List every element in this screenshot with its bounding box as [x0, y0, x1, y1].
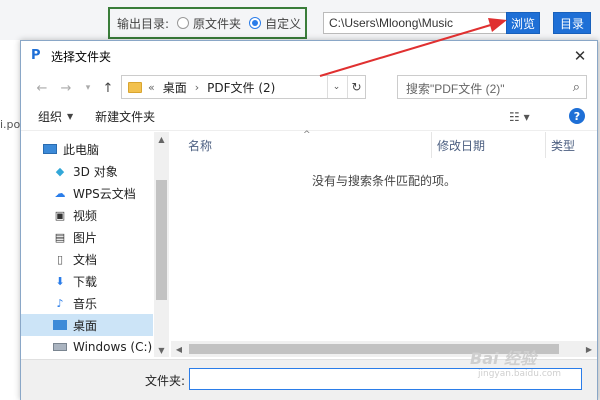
- drive-icon: [53, 340, 67, 354]
- nav-item-label: 文档: [73, 252, 98, 267]
- scroll-down-icon[interactable]: ▼: [154, 343, 169, 357]
- arrow-up-icon: ↑: [102, 80, 114, 96]
- scroll-left-icon[interactable]: ◀: [171, 341, 187, 357]
- chevron-down-icon: ▾: [85, 83, 91, 93]
- new-folder-button[interactable]: 新建文件夹: [95, 108, 155, 125]
- cloud-icon: ☁: [54, 186, 66, 200]
- arrow-left-icon: ←: [36, 80, 48, 96]
- radio-original-folder-label[interactable]: 原文件夹: [193, 15, 241, 32]
- close-icon: ✕: [573, 47, 587, 65]
- background-left-text: i.po: [0, 118, 21, 131]
- close-button[interactable]: ✕: [569, 45, 591, 67]
- watermark-logo: Bai 经验: [470, 349, 537, 368]
- document-icon: ▯: [56, 252, 64, 266]
- nav-item-videos[interactable]: ▣ 视频: [21, 204, 153, 226]
- help-icon[interactable]: ?: [569, 108, 585, 124]
- nav-item-label: 桌面: [73, 318, 98, 333]
- cube-icon: ◆: [55, 164, 65, 178]
- scroll-up-icon[interactable]: ▲: [154, 132, 169, 146]
- dialog-title: 选择文件夹: [51, 49, 112, 64]
- radio-original-folder[interactable]: [177, 17, 190, 29]
- forward-button[interactable]: →: [57, 79, 75, 97]
- nav-item-label: 视频: [73, 208, 98, 223]
- nav-item-this-pc[interactable]: 此电脑: [21, 138, 153, 160]
- sort-indicator-icon: ^: [303, 130, 311, 140]
- recent-locations-button[interactable]: ▾: [79, 79, 97, 97]
- computer-icon: [43, 142, 57, 156]
- radio-custom-label[interactable]: 自定义: [265, 15, 301, 32]
- arrow-right-icon: →: [60, 80, 72, 96]
- refresh-icon[interactable]: ↻: [347, 76, 365, 98]
- output-path-input[interactable]: C:\Users\Mloong\Music: [323, 12, 508, 34]
- nav-item-label: 下载: [73, 274, 98, 289]
- watermark-url: jingyan.baidu.com: [478, 369, 562, 379]
- address-dropdown-icon[interactable]: ⌄: [327, 76, 345, 98]
- directory-button[interactable]: 目录: [553, 12, 591, 34]
- download-icon: ⬇: [55, 274, 65, 288]
- breadcrumb-separator: ›: [194, 80, 200, 94]
- column-header-type[interactable]: 类型: [551, 132, 575, 158]
- scrollbar-thumb[interactable]: [156, 180, 167, 300]
- output-dir-label: 输出目录:: [117, 16, 170, 31]
- folder-icon: [128, 81, 142, 93]
- file-list: ^ 名称 修改日期 类型 没有与搜索条件匹配的项。: [171, 130, 597, 357]
- nav-item-label: WPS云文档: [73, 186, 136, 201]
- nav-item-documents[interactable]: ▯ 文档: [21, 248, 153, 270]
- column-header-name[interactable]: 名称: [188, 132, 212, 158]
- app-logo-icon: P: [31, 48, 41, 63]
- nav-item-windows-c[interactable]: Windows (C:): [21, 336, 153, 358]
- output-directory-group: 输出目录: 原文件夹 自定义: [108, 7, 307, 39]
- video-icon: ▣: [54, 208, 66, 222]
- dialog-titlebar: P 选择文件夹 ✕: [21, 41, 597, 71]
- folder-field-label: 文件夹:: [145, 374, 186, 388]
- up-button[interactable]: ↑: [99, 79, 117, 97]
- organize-dropdown-icon: ▼: [67, 112, 74, 121]
- nav-item-label: 音乐: [73, 296, 98, 311]
- nav-item-3d-objects[interactable]: ◆ 3D 对象: [21, 160, 153, 182]
- desktop-icon: [53, 318, 67, 332]
- search-icon[interactable]: ⌕: [573, 79, 580, 95]
- nav-item-label: Windows (C:): [73, 340, 153, 354]
- nav-item-desktop[interactable]: 桌面: [21, 314, 153, 336]
- breadcrumb-desktop[interactable]: 桌面: [163, 79, 187, 96]
- nav-item-music[interactable]: ♪ 音乐: [21, 292, 153, 314]
- nav-item-wps-cloud[interactable]: ☁ WPS云文档: [21, 182, 153, 204]
- navigation-bar: ← → ▾ ↑ « 桌面 › PDF文件 (2) ⌄ ↻ 搜索"PDF文件 (2…: [21, 71, 597, 103]
- back-button[interactable]: ←: [33, 79, 51, 97]
- navigation-pane-scrollbar[interactable]: ▲ ▼: [154, 132, 169, 357]
- command-bar: 组织 ▼ 新建文件夹 ☷ ▾ ?: [21, 103, 597, 131]
- navigation-pane: 此电脑 ◆ 3D 对象 ☁ WPS云文档 ▣ 视频 ▤ 图片 ▯ 文档 ⬇ 下载…: [21, 132, 169, 357]
- browse-button[interactable]: 浏览: [506, 12, 540, 34]
- picture-icon: ▤: [54, 230, 66, 244]
- column-divider[interactable]: [545, 132, 546, 158]
- search-input[interactable]: 搜索"PDF文件 (2)" ⌕: [397, 75, 587, 99]
- nav-item-downloads[interactable]: ⬇ 下载: [21, 270, 153, 292]
- column-header-modified[interactable]: 修改日期: [437, 132, 485, 158]
- organize-menu[interactable]: 组织: [38, 108, 62, 125]
- search-placeholder: 搜索"PDF文件 (2)": [406, 82, 505, 96]
- breadcrumb-overflow[interactable]: «: [148, 81, 155, 94]
- nav-item-label: 此电脑: [63, 142, 100, 157]
- radio-custom[interactable]: [249, 17, 262, 29]
- breadcrumb-pdf-folder[interactable]: PDF文件 (2): [207, 79, 275, 96]
- background-left-panel: i.po: [0, 40, 22, 400]
- column-divider[interactable]: [431, 132, 432, 158]
- empty-results-message: 没有与搜索条件匹配的项。: [311, 174, 456, 188]
- view-options-icon[interactable]: ☷ ▾: [509, 110, 530, 124]
- address-bar[interactable]: « 桌面 › PDF文件 (2) ⌄ ↻: [121, 75, 366, 99]
- nav-item-label: 3D 对象: [73, 164, 118, 179]
- nav-item-pictures[interactable]: ▤ 图片: [21, 226, 153, 248]
- music-icon: ♪: [56, 296, 64, 310]
- nav-item-label: 图片: [73, 230, 98, 245]
- watermark: Bai 经验 jingyan.baidu.com: [470, 345, 590, 395]
